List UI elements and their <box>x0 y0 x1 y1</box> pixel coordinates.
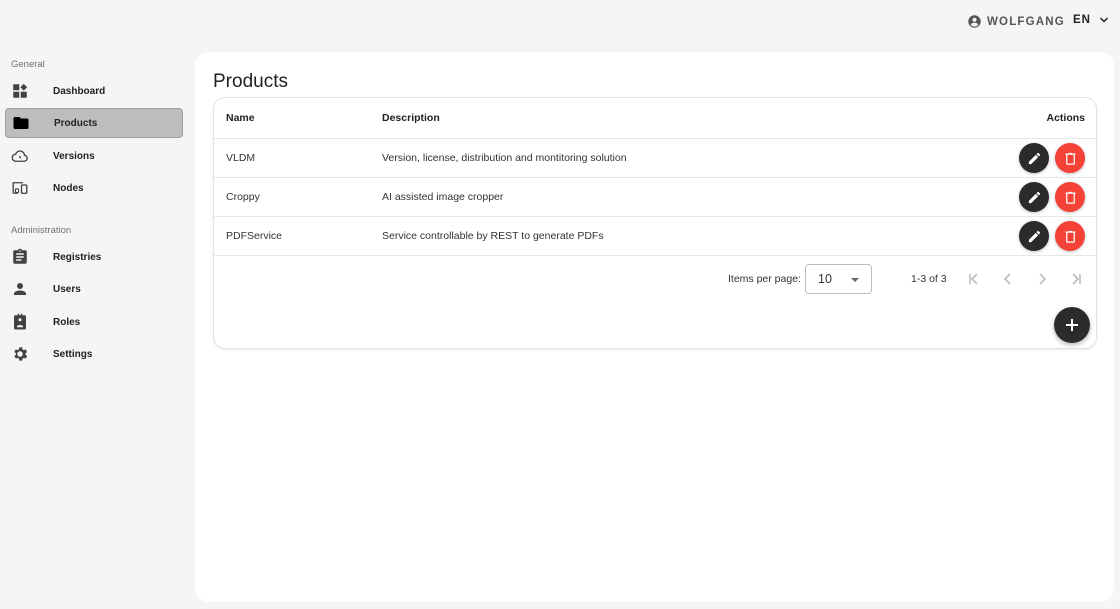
column-header-name[interactable]: Name <box>226 112 255 124</box>
folder-icon <box>12 114 30 132</box>
edit-button[interactable] <box>1019 182 1049 212</box>
items-per-page-value: 10 <box>818 272 832 286</box>
chevron-left-icon <box>1003 273 1011 285</box>
items-per-page-label: Items per page: <box>728 273 801 285</box>
row-actions <box>1019 182 1085 212</box>
pencil-icon <box>1028 152 1040 164</box>
column-header-description[interactable]: Description <box>382 112 440 124</box>
sidebar-item-dashboard[interactable]: Dashboard <box>5 76 183 106</box>
delete-button[interactable] <box>1055 221 1085 251</box>
product-description: Service controllable by REST to generate… <box>382 230 604 242</box>
delete-button[interactable] <box>1055 143 1085 173</box>
edit-button[interactable] <box>1019 221 1049 251</box>
trash-icon <box>1065 191 1075 204</box>
next-page-button[interactable] <box>1032 269 1052 289</box>
account-circle-icon <box>968 15 981 28</box>
sidebar-item-label: Registries <box>53 251 102 263</box>
table-row[interactable]: PDFService Service controllable by REST … <box>214 217 1096 256</box>
sidebar-item-label: Dashboard <box>53 85 106 97</box>
items-per-page-select[interactable]: 10 <box>805 264 872 294</box>
section-label-general: General <box>11 59 45 70</box>
sidebar-item-label: Versions <box>53 150 95 162</box>
product-name: PDFService <box>226 230 283 242</box>
sidebar-item-versions[interactable]: Versions <box>5 141 183 171</box>
cloud-icon <box>11 147 29 165</box>
clipboard-icon <box>11 248 29 266</box>
chevron-right-icon <box>1039 273 1047 285</box>
dashboard-icon <box>11 82 29 100</box>
page-range-label: 1-3 of 3 <box>911 273 947 285</box>
column-header-actions: Actions <box>1046 112 1085 124</box>
badge-icon <box>11 313 29 331</box>
user-menu-button[interactable]: WOLFGANG <box>967 14 1065 29</box>
first-page-icon <box>969 273 978 285</box>
sidebar-item-label: Products <box>54 117 98 129</box>
product-name: Croppy <box>226 191 260 203</box>
products-table: Name Description Actions VLDM Version, l… <box>213 97 1097 349</box>
sidebar-item-roles[interactable]: Roles <box>5 307 183 337</box>
page-title: Products <box>213 71 288 92</box>
last-page-icon <box>1072 273 1081 285</box>
sidebar-item-registries[interactable]: Registries <box>5 242 183 272</box>
sidebar-item-label: Nodes <box>53 182 84 194</box>
pencil-icon <box>1028 191 1040 203</box>
trash-icon <box>1065 152 1075 165</box>
last-page-button[interactable] <box>1066 269 1086 289</box>
sidebar-item-products[interactable]: Products <box>5 108 183 138</box>
section-label-administration: Administration <box>11 225 72 236</box>
sidebar-item-label: Users <box>53 283 81 295</box>
sidebar-item-users[interactable]: Users <box>5 274 183 304</box>
pencil-icon <box>1028 230 1040 242</box>
sidebar-item-settings[interactable]: Settings <box>5 339 183 369</box>
sidebar-item-label: Roles <box>53 316 81 328</box>
language-label: EN <box>1073 14 1091 26</box>
sidebar-item-label: Settings <box>53 348 93 360</box>
previous-page-button[interactable] <box>998 269 1018 289</box>
row-actions <box>1019 143 1085 173</box>
table-row[interactable]: Croppy AI assisted image cropper <box>214 178 1096 217</box>
paginator: Items per page: 10 1-3 of 3 <box>214 264 1096 294</box>
user-name: WOLFGANG <box>987 15 1065 28</box>
product-name: VLDM <box>226 152 256 164</box>
plus-icon <box>1066 319 1078 331</box>
product-description: AI assisted image cropper <box>382 191 504 203</box>
devices-icon <box>11 179 29 197</box>
first-page-button[interactable] <box>964 269 984 289</box>
top-bar: WOLFGANG EN <box>0 0 1120 44</box>
delete-button[interactable] <box>1055 182 1085 212</box>
product-description: Version, license, distribution and monti… <box>382 152 627 164</box>
add-product-button[interactable] <box>1054 307 1090 343</box>
row-actions <box>1019 221 1085 251</box>
edit-button[interactable] <box>1019 143 1049 173</box>
language-selector[interactable]: EN <box>1073 14 1109 26</box>
trash-icon <box>1065 230 1075 243</box>
gear-icon <box>11 345 29 363</box>
table-row[interactable]: VLDM Version, license, distribution and … <box>214 139 1096 178</box>
chevron-down-icon <box>1099 17 1109 23</box>
dropdown-arrow-icon <box>851 278 859 282</box>
main-content: Products Name Description Actions VLDM V… <box>195 52 1114 602</box>
table-header: Name Description Actions <box>214 98 1096 139</box>
sidebar-item-nodes[interactable]: Nodes <box>5 173 183 203</box>
person-icon <box>11 280 29 298</box>
